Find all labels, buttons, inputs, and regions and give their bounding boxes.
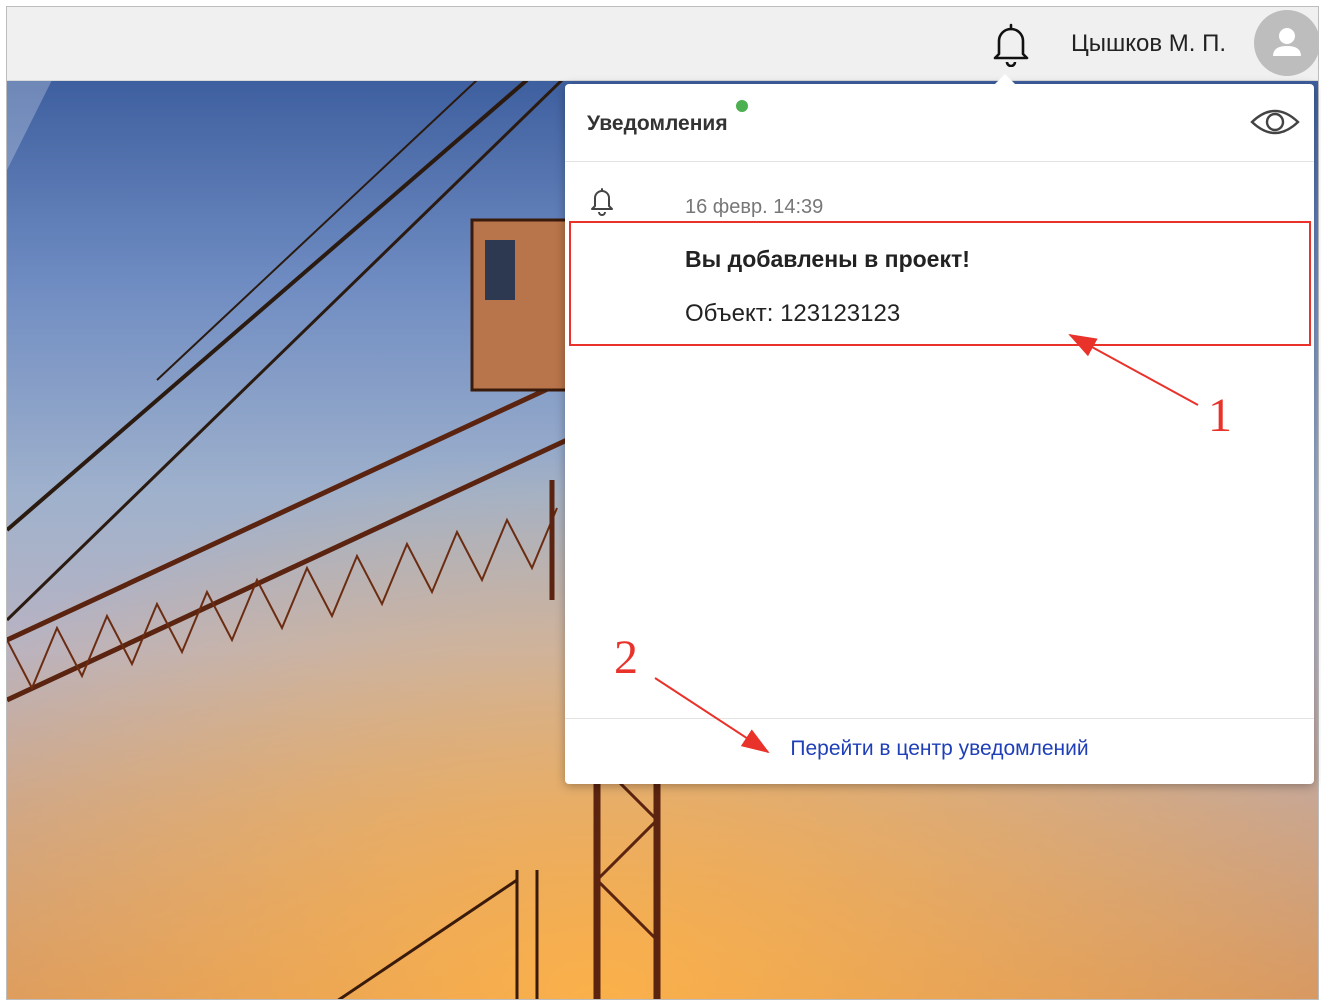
annotation-label-1: 1 [1208, 389, 1232, 442]
annotation-label-2: 2 [614, 631, 638, 684]
annotation-arrows [654, 334, 1199, 754]
